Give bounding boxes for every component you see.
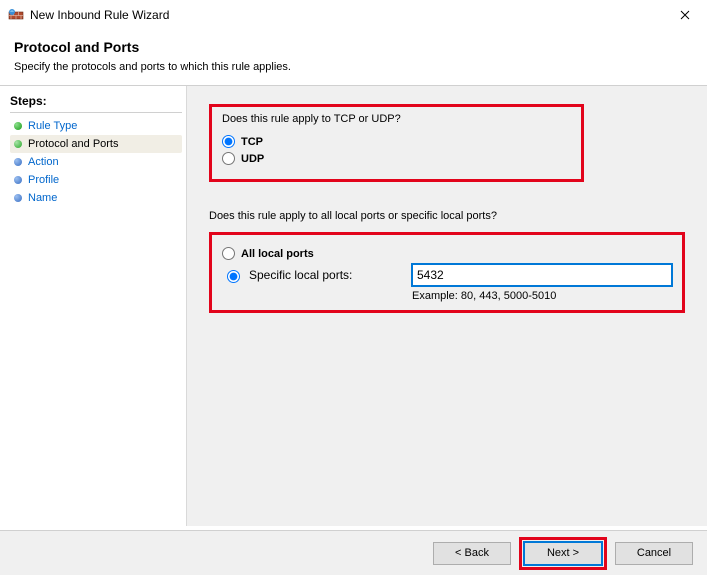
ports-question: Does this rule apply to all local ports … xyxy=(209,210,685,222)
firewall-icon xyxy=(8,7,24,23)
protocol-question: Does this rule apply to TCP or UDP? xyxy=(222,113,401,125)
ports-section: Does this rule apply to all local ports … xyxy=(209,210,685,313)
radio-tcp[interactable] xyxy=(222,135,235,148)
step-label: Rule Type xyxy=(28,120,77,132)
radio-specific-ports-label[interactable]: Specific local ports: xyxy=(249,268,404,282)
specific-ports-input[interactable] xyxy=(412,264,672,286)
titlebar: New Inbound Rule Wizard xyxy=(0,0,707,29)
step-protocol-ports[interactable]: Protocol and Ports xyxy=(10,135,182,153)
radio-row-all-ports: All local ports xyxy=(222,247,672,260)
step-bullet-icon xyxy=(14,158,22,166)
step-bullet-icon xyxy=(14,176,22,184)
ports-example-label: Example: 80, 443, 5000-5010 xyxy=(412,290,672,302)
radio-udp-label[interactable]: UDP xyxy=(241,153,264,165)
protocol-group-highlight: Does this rule apply to TCP or UDP? TCP … xyxy=(209,104,584,182)
main-area: Steps: Rule Type Protocol and Ports Acti… xyxy=(0,86,707,526)
cancel-button[interactable]: Cancel xyxy=(615,542,693,565)
step-bullet-icon xyxy=(14,122,22,130)
step-rule-type[interactable]: Rule Type xyxy=(10,117,182,135)
radio-row-specific-ports: Specific local ports: xyxy=(222,264,672,286)
step-bullet-icon xyxy=(14,194,22,202)
wizard-header: Protocol and Ports Specify the protocols… xyxy=(0,29,707,81)
wizard-button-bar: < Back Next > Cancel xyxy=(0,530,707,575)
radio-tcp-label[interactable]: TCP xyxy=(241,136,263,148)
ports-group-highlight: All local ports Specific local ports: Ex… xyxy=(209,232,685,313)
next-button-highlight: Next > xyxy=(519,537,607,570)
step-bullet-icon xyxy=(14,140,22,148)
next-button[interactable]: Next > xyxy=(524,542,602,565)
window-title: New Inbound Rule Wizard xyxy=(30,8,169,22)
step-label: Name xyxy=(28,192,57,204)
step-label: Protocol and Ports xyxy=(28,138,119,150)
step-label: Profile xyxy=(28,174,59,186)
radio-row-udp: UDP xyxy=(222,152,401,165)
steps-sidebar: Steps: Rule Type Protocol and Ports Acti… xyxy=(0,86,186,526)
wizard-content: Does this rule apply to TCP or UDP? TCP … xyxy=(186,86,707,526)
radio-row-tcp: TCP xyxy=(222,135,401,148)
page-heading: Protocol and Ports xyxy=(14,39,693,55)
close-button[interactable] xyxy=(662,0,707,29)
step-profile[interactable]: Profile xyxy=(10,171,182,189)
radio-specific-ports[interactable] xyxy=(227,270,240,283)
step-name[interactable]: Name xyxy=(10,189,182,207)
radio-all-ports[interactable] xyxy=(222,247,235,260)
step-label: Action xyxy=(28,156,59,168)
radio-all-ports-label[interactable]: All local ports xyxy=(241,248,314,260)
back-button[interactable]: < Back xyxy=(433,542,511,565)
page-subtitle: Specify the protocols and ports to which… xyxy=(14,61,693,73)
radio-udp[interactable] xyxy=(222,152,235,165)
step-action[interactable]: Action xyxy=(10,153,182,171)
steps-title: Steps: xyxy=(10,94,182,113)
